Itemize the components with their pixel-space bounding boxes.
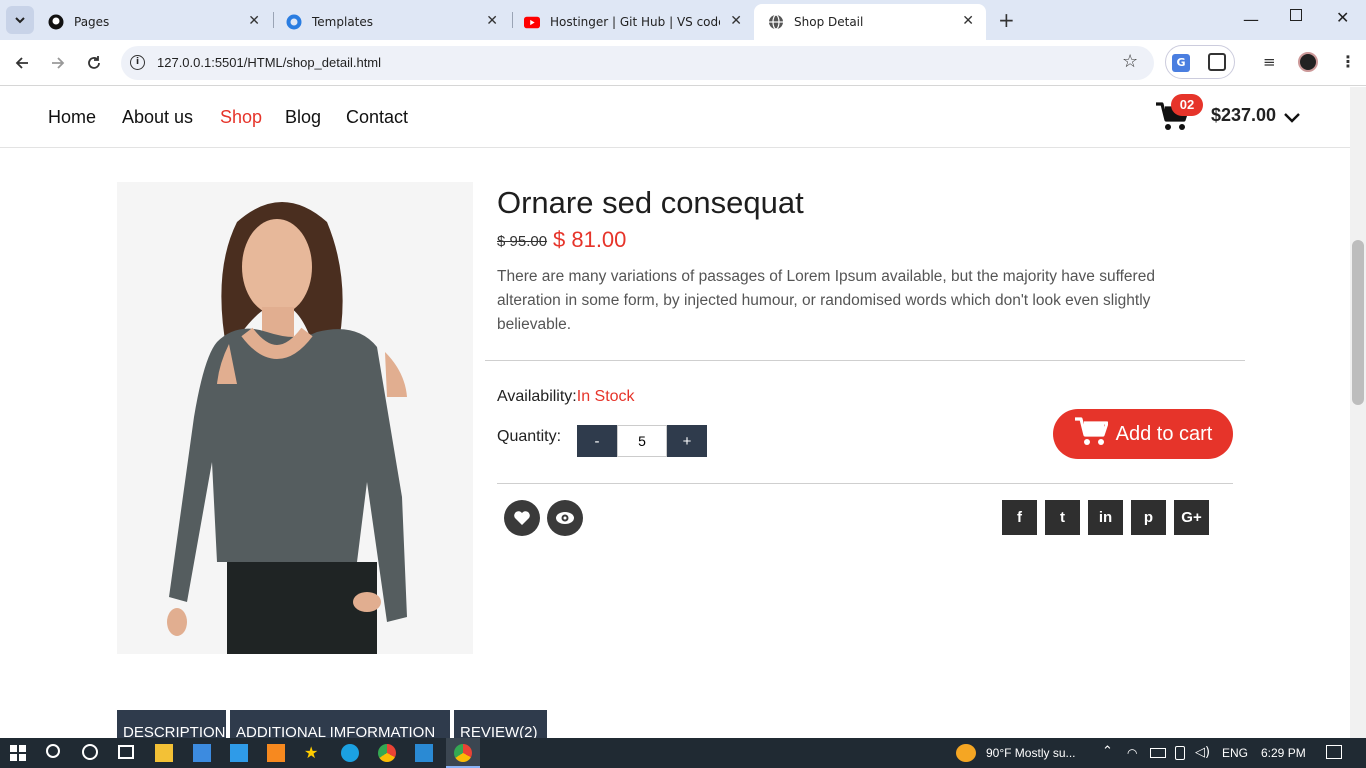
search-icon[interactable]	[46, 744, 60, 758]
chevron-up-icon[interactable]: ⌃	[1102, 744, 1113, 759]
close-tab-icon[interactable]: ✕	[248, 13, 260, 29]
linkedin-icon[interactable]: in	[1088, 500, 1123, 535]
page-viewport: Home About us Shop Blog Contact 02 $237.…	[0, 87, 1350, 738]
tab-description[interactable]: DESCRIPTION	[117, 710, 226, 738]
wishlist-heart-icon[interactable]	[504, 500, 540, 536]
facebook-icon[interactable]: f	[1002, 500, 1037, 535]
tab-title: Hostinger | Git Hub | VS codeH	[550, 15, 720, 29]
nav-contact[interactable]: Contact	[346, 107, 408, 128]
tab-hostinger[interactable]: Hostinger | Git Hub | VS codeH ✕	[510, 4, 754, 40]
availability-value: In Stock	[576, 388, 635, 405]
globe-icon	[768, 14, 784, 30]
github-icon	[48, 14, 64, 30]
clock[interactable]: 6:29 PM	[1261, 746, 1306, 760]
scrollbar-thumb[interactable]	[1352, 240, 1364, 405]
task-view-icon[interactable]	[118, 745, 134, 759]
wifi-icon[interactable]: ◠	[1127, 746, 1137, 760]
windows-start-icon[interactable]	[10, 745, 26, 765]
restore-icon[interactable]	[1290, 9, 1302, 21]
tab-title: Templates	[312, 15, 374, 29]
cart-icon	[1074, 416, 1109, 452]
forward-icon[interactable]	[44, 49, 72, 77]
tab-pages[interactable]: Pages ✕	[34, 4, 272, 40]
store-icon[interactable]	[193, 744, 211, 762]
file-explorer-icon[interactable]	[155, 744, 173, 762]
youtube-icon	[524, 14, 540, 30]
cart-total[interactable]: $237.00	[1211, 105, 1276, 126]
product-title: Ornare sed consequat	[497, 185, 804, 220]
quantity-increase-button[interactable]: +	[667, 425, 707, 457]
close-tab-icon[interactable]: ✕	[730, 13, 742, 29]
add-to-cart-label: Add to cart	[1115, 422, 1213, 445]
divider	[485, 360, 1245, 361]
vscode-icon[interactable]	[415, 744, 433, 762]
translate-icon[interactable]: G	[1172, 54, 1190, 72]
chrome-icon[interactable]	[378, 744, 396, 762]
availability-label: Availability:	[497, 388, 577, 405]
app-icon[interactable]	[267, 744, 285, 762]
nav-about[interactable]: About us	[122, 107, 193, 128]
media-control-icon[interactable]: ≡	[1263, 53, 1276, 71]
tab-review[interactable]: REVIEW(2)	[454, 710, 547, 738]
old-price: $ 95.00	[497, 233, 548, 250]
tab-search-icon[interactable]	[6, 6, 34, 34]
tab-additional-information[interactable]: ADDITIONAL IMFORMATION	[230, 710, 450, 738]
close-window-icon[interactable]: ✕	[1336, 8, 1349, 27]
bookmark-star-icon[interactable]: ☆	[1122, 51, 1138, 72]
profile-avatar[interactable]	[1298, 52, 1318, 72]
close-tab-icon[interactable]: ✕	[486, 13, 498, 29]
quick-view-eye-icon[interactable]	[547, 500, 583, 536]
cart-count-badge: 02	[1171, 94, 1203, 116]
availability: Availability:In Stock	[497, 388, 635, 406]
browser-menu-icon[interactable]: ⋮	[1340, 52, 1356, 71]
google-plus-icon[interactable]: G+	[1174, 500, 1209, 535]
volume-icon[interactable]: ◁)	[1195, 745, 1210, 760]
tab-shop-detail[interactable]: Shop Detail ✕	[754, 4, 986, 40]
pinterest-icon[interactable]: p	[1131, 500, 1166, 535]
mail-icon[interactable]	[230, 744, 248, 762]
close-tab-icon[interactable]: ✕	[962, 13, 974, 29]
language-indicator[interactable]: ENG	[1222, 746, 1248, 760]
product-image	[117, 182, 473, 654]
extension-puzzle-icon[interactable]	[1208, 53, 1226, 71]
new-tab-button[interactable]: +	[998, 8, 1015, 32]
site-info-icon[interactable]: i	[130, 55, 145, 70]
star-app-icon[interactable]: ★	[304, 744, 322, 762]
weather-text[interactable]: 90°F Mostly su...	[986, 746, 1076, 760]
templates-icon	[286, 14, 302, 30]
chevron-down-icon[interactable]	[1284, 109, 1300, 128]
back-icon[interactable]	[8, 49, 36, 77]
url-text[interactable]: 127.0.0.1:5501/HTML/shop_detail.html	[157, 55, 381, 70]
weather-icon[interactable]	[956, 744, 976, 762]
tab-title: Pages	[74, 15, 110, 29]
nav-divider	[0, 147, 1350, 148]
nav-home[interactable]: Home	[48, 107, 96, 128]
twitter-icon[interactable]: t	[1045, 500, 1080, 535]
reload-icon[interactable]	[80, 49, 108, 77]
device-icon[interactable]	[1175, 746, 1185, 760]
nav-shop[interactable]: Shop	[220, 107, 262, 128]
divider	[497, 483, 1233, 484]
nav-blog[interactable]: Blog	[285, 107, 321, 128]
notifications-icon[interactable]	[1326, 745, 1342, 759]
minimize-icon[interactable]: —	[1243, 10, 1259, 29]
tab-templates[interactable]: Templates ✕	[272, 4, 510, 40]
cortana-icon[interactable]	[82, 744, 98, 760]
quantity-decrease-button[interactable]: -	[577, 425, 617, 457]
chrome-active-icon[interactable]	[446, 738, 480, 768]
product-description: There are many variations of passages of…	[497, 268, 1155, 333]
add-to-cart-button[interactable]: Add to cart	[1053, 409, 1233, 459]
battery-icon[interactable]	[1150, 748, 1166, 758]
sale-price: $ 81.00	[553, 227, 627, 252]
quantity-input[interactable]	[617, 425, 667, 457]
edge-icon[interactable]	[341, 744, 359, 762]
tab-title: Shop Detail	[794, 15, 864, 29]
page-scrollbar[interactable]	[1350, 87, 1366, 738]
quantity-label: Quantity:	[497, 428, 562, 445]
